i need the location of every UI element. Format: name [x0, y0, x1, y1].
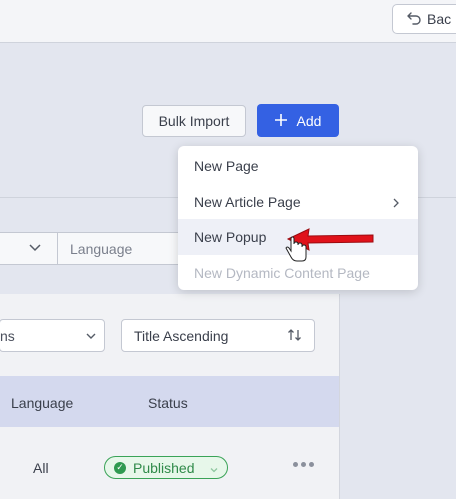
filter-separator	[57, 233, 58, 264]
plus-icon	[274, 113, 287, 129]
chevron-down-icon[interactable]	[28, 240, 42, 259]
menu-item-new-page[interactable]: New Page	[178, 148, 418, 184]
bulk-import-label: Bulk Import	[158, 113, 230, 129]
table-header: Language Status	[0, 376, 339, 427]
column-header-language[interactable]: Language	[11, 395, 73, 411]
chevron-down-icon	[209, 462, 219, 478]
add-button-label: Add	[296, 112, 322, 129]
filter-bar: Language	[0, 232, 190, 265]
chevron-right-icon	[392, 196, 400, 212]
chevron-down-icon	[85, 329, 97, 345]
status-badge-label: Published	[133, 459, 195, 476]
back-button[interactable]: Bac	[392, 4, 456, 34]
sort-select-label: Title Ascending	[134, 327, 229, 344]
sort-select[interactable]: Title Ascending	[121, 319, 315, 352]
status-badge[interactable]: ✓ Published	[104, 456, 228, 479]
menu-item-new-article-page[interactable]: New Article Page	[178, 184, 418, 220]
row-language-value: All	[33, 460, 49, 476]
column-select[interactable]: ns	[0, 319, 105, 352]
column-select-label: ns	[0, 327, 15, 344]
check-circle-icon: ✓	[114, 461, 126, 474]
column-header-status[interactable]: Status	[148, 395, 188, 411]
add-button[interactable]: Add	[257, 104, 339, 137]
menu-item-label: New Article Page	[194, 194, 301, 210]
menu-item-label: New Popup	[194, 229, 267, 245]
more-actions-icon[interactable]	[293, 462, 314, 467]
pointer-arrow-annotation	[283, 223, 383, 270]
menu-item-label: New Page	[194, 158, 259, 174]
bulk-import-button[interactable]: Bulk Import	[142, 105, 246, 137]
back-button-label: Bac	[427, 11, 452, 27]
undo-arrow-icon	[407, 11, 421, 28]
language-filter[interactable]: Language	[70, 241, 132, 257]
top-bar: Bac	[0, 0, 456, 43]
sort-icon	[287, 327, 303, 346]
